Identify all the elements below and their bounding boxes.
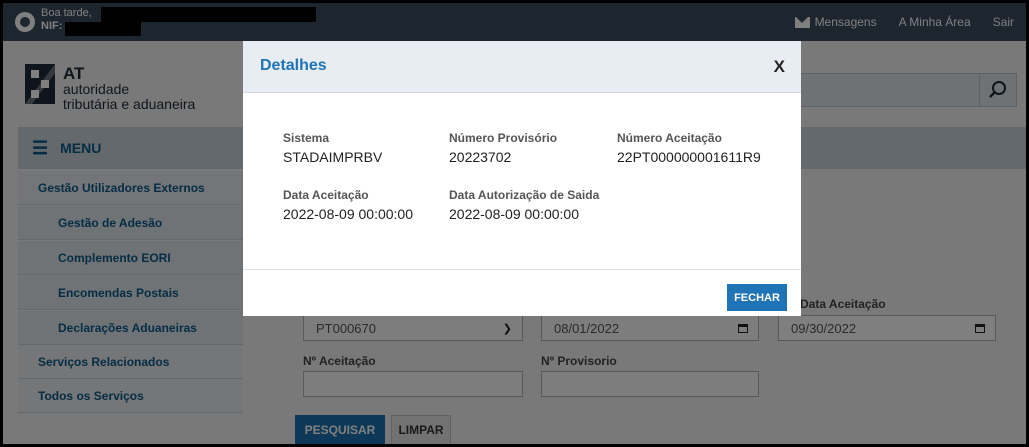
field-label: Número Provisório	[449, 131, 558, 145]
field-sistema: Sistema STADAIMPRBV	[283, 131, 382, 165]
field-value: 22PT000000001611R9	[617, 149, 761, 165]
close-button[interactable]: FECHAR	[727, 284, 787, 311]
details-modal: Detalhes X Sistema STADAIMPRBV Número Pr…	[243, 41, 801, 316]
app-frame: Boa tarde, NIF: Mensagens A Minha Área S…	[0, 0, 1029, 447]
field-label: Data Autorização de Saida	[449, 188, 600, 202]
modal-footer: FECHAR	[243, 269, 801, 316]
field-value: STADAIMPRBV	[283, 149, 383, 165]
field-value: 2022-08-09 00:00:00	[449, 206, 579, 222]
field-numero-provisorio: Número Provisório 20223702	[449, 131, 557, 165]
modal-header: Detalhes X	[243, 41, 801, 93]
field-value: 2022-08-09 00:00:00	[283, 206, 413, 222]
field-numero-aceitacao: Número Aceitação 22PT000000001611R9	[617, 131, 761, 165]
field-data-aceitacao: Data Aceitação 2022-08-09 00:00:00	[283, 188, 413, 222]
field-label: Sistema	[283, 131, 330, 145]
field-value: 20223702	[449, 149, 512, 165]
field-data-autorizacao-saida: Data Autorização de Saida 2022-08-09 00:…	[449, 188, 599, 222]
field-label: Data Aceitação	[283, 188, 369, 202]
field-label: Número Aceitação	[617, 131, 722, 145]
modal-title: Detalhes	[260, 57, 327, 74]
close-icon[interactable]: X	[774, 57, 785, 77]
